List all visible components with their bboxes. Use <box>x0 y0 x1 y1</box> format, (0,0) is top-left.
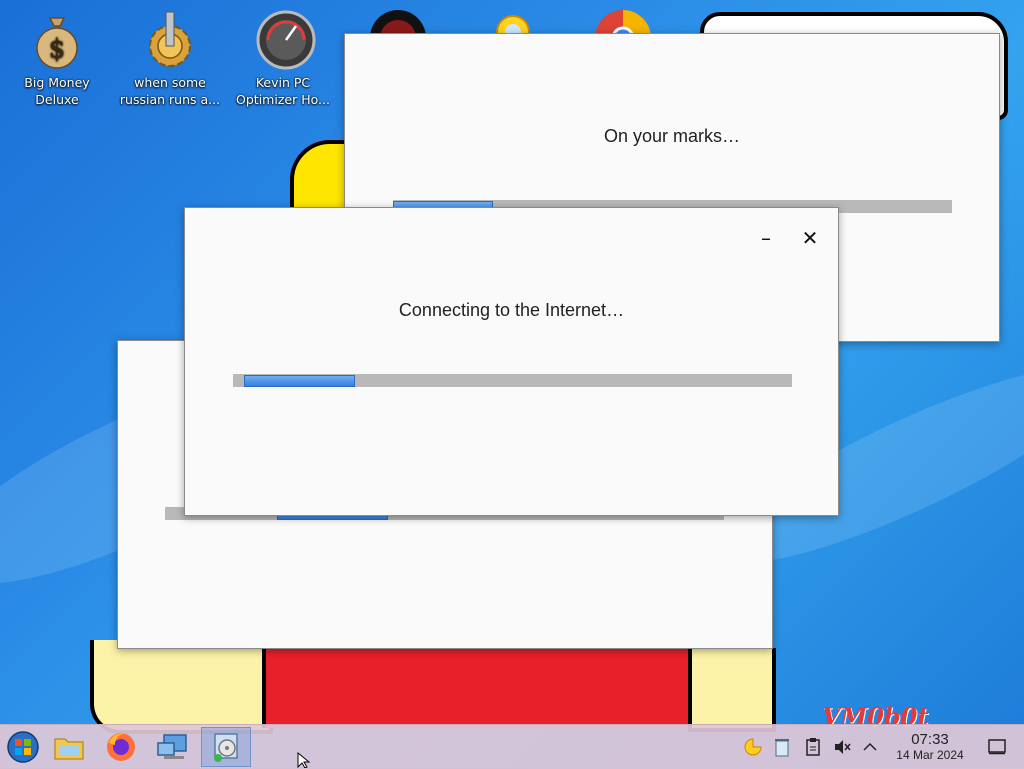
dialog-connecting: – ✕ Connecting to the Internet… <box>184 207 839 516</box>
cartoon-body <box>262 648 696 728</box>
mouse-cursor-icon <box>297 752 311 768</box>
volume-muted-icon[interactable] <box>828 736 856 758</box>
dialog-message: Connecting to the Internet… <box>398 300 625 320</box>
show-desktop-icon[interactable] <box>986 736 1008 758</box>
file-explorer-icon <box>54 738 84 760</box>
desktop-icon-big-money-deluxe[interactable]: $ Big Money Deluxe <box>2 10 112 108</box>
cartoon-arm-right <box>688 648 776 732</box>
gear-icon <box>143 10 197 70</box>
progress-bar <box>233 374 792 387</box>
clipboard-icon[interactable] <box>798 736 828 758</box>
clock-date: 14 Mar 2024 <box>896 748 964 762</box>
close-button[interactable]: ✕ <box>798 226 822 250</box>
clock[interactable]: 07:33 14 Mar 2024 <box>884 732 976 763</box>
money-bag-icon: $ <box>30 10 84 70</box>
taskbar: 07:33 14 Mar 2024 <box>0 724 1024 769</box>
installer-icon <box>214 733 238 762</box>
taskbar-file-explorer[interactable] <box>46 727 92 767</box>
start-orb-icon <box>7 731 39 763</box>
progress-fill <box>244 375 355 387</box>
minimize-button[interactable]: – <box>754 226 778 250</box>
recycle-icon[interactable] <box>766 736 798 758</box>
svg-text:$: $ <box>49 34 66 64</box>
network-icon <box>157 734 187 759</box>
system-tray <box>740 725 884 769</box>
chevron-up-icon[interactable] <box>856 736 884 758</box>
desktop-icon-russian[interactable]: when some russian runs a... <box>115 10 225 108</box>
cartoon-arm-left <box>90 640 273 734</box>
pac-moon-icon[interactable] <box>740 736 766 758</box>
taskbar-firefox[interactable] <box>98 727 144 767</box>
speedometer-icon <box>256 10 316 70</box>
start-button[interactable] <box>0 727 46 767</box>
taskbar-installer[interactable] <box>201 727 251 767</box>
firefox-icon <box>107 733 135 761</box>
clock-time: 07:33 <box>911 731 949 748</box>
desktop-icon-kevin-pc-optimizer[interactable]: Kevin PC Optimizer Ho... <box>228 10 338 108</box>
dialog-message: On your marks… <box>603 126 741 146</box>
taskbar-network[interactable] <box>150 727 196 767</box>
